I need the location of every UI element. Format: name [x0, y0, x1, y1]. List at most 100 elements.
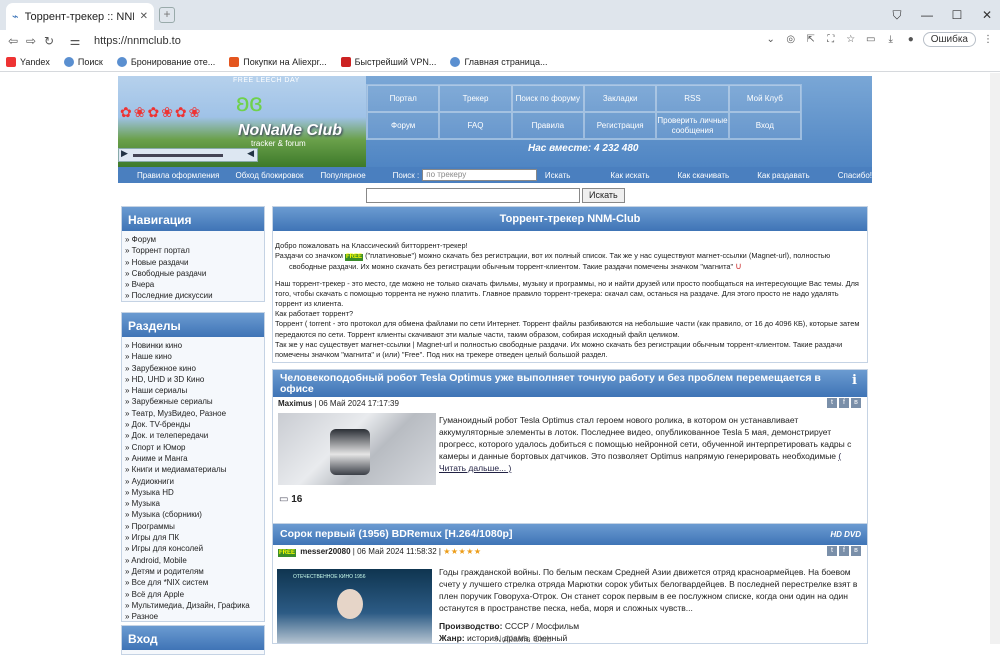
- menu-faq[interactable]: FAQ: [439, 112, 512, 139]
- new-tab-button[interactable]: +: [159, 7, 175, 23]
- main-search-input[interactable]: [366, 188, 580, 203]
- section-item[interactable]: » Все для *NIX систем: [125, 577, 264, 588]
- sidebar-icon[interactable]: ▭: [863, 31, 879, 47]
- news-author[interactable]: Maximus: [278, 399, 312, 408]
- site-info-icon[interactable]: ⚌: [66, 34, 84, 48]
- menu-login[interactable]: Вход: [728, 112, 801, 139]
- twitter-icon[interactable]: t: [827, 546, 837, 556]
- section-item[interactable]: » Театр, МузВидео, Разное: [125, 408, 264, 419]
- bookmark-home[interactable]: Главная страница...: [450, 56, 548, 67]
- tracker-search-button[interactable]: Искать: [545, 171, 571, 180]
- maximize-icon[interactable]: ☐: [944, 0, 970, 30]
- dropdown-icon[interactable]: ⌄: [763, 31, 779, 47]
- torrent-title[interactable]: Сорок первый (1956) BDRemux [H.264/1080p…: [273, 524, 867, 545]
- nav-item[interactable]: » Вчера: [125, 279, 264, 290]
- nav-item[interactable]: » Последние дискуссии: [125, 290, 264, 301]
- section-item[interactable]: » Аудиокниги: [125, 476, 264, 487]
- menu-my-club[interactable]: Мой Клуб: [728, 85, 801, 112]
- menu-messages[interactable]: Проверить личные сообщения: [656, 112, 729, 139]
- browser-tab[interactable]: ⌁ Торрент-трекер :: NNM-Club ✕: [6, 3, 154, 30]
- section-item[interactable]: » Игры для ПК: [125, 532, 264, 543]
- info-icon[interactable]: i: [852, 374, 861, 391]
- link-popular[interactable]: Популярное: [321, 171, 366, 180]
- section-item[interactable]: » Всё для Apple: [125, 589, 264, 600]
- forward-icon[interactable]: ⇨: [22, 34, 40, 48]
- profile-icon[interactable]: ●: [903, 31, 919, 47]
- section-item[interactable]: » Спорт и Юмор: [125, 442, 264, 453]
- section-item[interactable]: » Аниме и Манга: [125, 453, 264, 464]
- main-search-button[interactable]: Искать: [582, 188, 625, 203]
- menu-tracker[interactable]: Трекер: [439, 85, 512, 112]
- section-item[interactable]: » Мультимедиа, Дизайн, Графика: [125, 600, 264, 611]
- news-title[interactable]: Человекоподобный робот Tesla Optimus уже…: [273, 370, 867, 397]
- section-item[interactable]: » HD, UHD и 3D Кино: [125, 374, 264, 385]
- link-how-download[interactable]: Как скачивать: [678, 171, 730, 180]
- nav-item[interactable]: » Новые раздачи: [125, 257, 264, 268]
- section-item[interactable]: » Наше кино: [125, 351, 264, 362]
- menu-rss[interactable]: RSS: [656, 85, 729, 112]
- nav-item[interactable]: » Торрент портал: [125, 245, 264, 256]
- link-thanks[interactable]: Спасибо!: [838, 171, 872, 180]
- menu-icon[interactable]: ⋮: [980, 31, 996, 47]
- tracker-search-input[interactable]: по трекеру: [422, 169, 537, 181]
- menu-forum-search[interactable]: Поиск по форуму: [511, 85, 584, 112]
- error-button[interactable]: Ошибка: [922, 31, 976, 47]
- vk-icon[interactable]: в: [851, 398, 861, 408]
- site-logo[interactable]: ✿❀✿❀✿❀ ʚɞ FREE LEECH DAY NoNaMe Club tra…: [118, 76, 366, 167]
- section-item[interactable]: » Зарубежное кино: [125, 363, 264, 374]
- bookmark-booking[interactable]: Бронирование оте...: [116, 56, 215, 67]
- section-item[interactable]: » Программы: [125, 521, 264, 532]
- bookmark-aliexpress[interactable]: Покупки на Aliexpr...: [229, 56, 327, 67]
- tab-close-icon[interactable]: ✕: [140, 11, 148, 22]
- section-item[interactable]: » Android, Mobile: [125, 555, 264, 566]
- close-window-icon[interactable]: ✕: [974, 0, 1000, 30]
- link-rules[interactable]: Правила оформления: [137, 171, 219, 180]
- back-icon[interactable]: ⇦: [4, 34, 22, 48]
- translate-icon[interactable]: ⛶: [823, 31, 839, 47]
- bookmark-vpn[interactable]: Быстрейший VPN...: [340, 56, 436, 67]
- section-item[interactable]: » Книги и медиаматериалы: [125, 464, 264, 475]
- section-item[interactable]: » Наши сериалы: [125, 385, 264, 396]
- volume-icon[interactable]: ◀: [247, 148, 254, 159]
- play-icon[interactable]: ▶: [121, 148, 128, 159]
- section-item[interactable]: » Зарубежные сериалы: [125, 396, 264, 407]
- shirt-icon[interactable]: ⛉: [884, 0, 910, 30]
- star-icon[interactable]: ☆: [843, 31, 859, 47]
- menu-register[interactable]: Регистрация: [584, 112, 657, 139]
- producer-label: Производство:: [439, 621, 503, 631]
- menu-rules[interactable]: Правила: [511, 112, 584, 139]
- eye-off-icon[interactable]: ◎: [783, 31, 799, 47]
- vk-icon[interactable]: в: [851, 546, 861, 556]
- section-item[interactable]: » Детям и родителям: [125, 566, 264, 577]
- section-item[interactable]: » Музыка HD: [125, 487, 264, 498]
- section-item[interactable]: » Новинки кино: [125, 340, 264, 351]
- menu-portal[interactable]: Портал: [367, 85, 440, 112]
- section-item[interactable]: » Разное: [125, 611, 264, 622]
- link-how-seed[interactable]: Как раздавать: [757, 171, 810, 180]
- section-item[interactable]: » Док. и телепередачи: [125, 430, 264, 441]
- link-bypass[interactable]: Обход блокировок: [235, 171, 303, 180]
- menu-bookmarks[interactable]: Закладки: [584, 85, 657, 112]
- torrent-author[interactable]: messer20080: [300, 547, 350, 556]
- minimize-icon[interactable]: —: [914, 0, 940, 30]
- url-field[interactable]: https://nnmclub.to: [94, 35, 181, 47]
- player-progress[interactable]: [133, 154, 223, 157]
- section-item[interactable]: » Док. TV-бренды: [125, 419, 264, 430]
- reload-icon[interactable]: ↻: [40, 34, 58, 48]
- nav-item[interactable]: » Свободные раздачи: [125, 268, 264, 279]
- download-icon[interactable]: ⤓: [883, 31, 899, 47]
- section-item[interactable]: » Музыка (сборники): [125, 509, 264, 520]
- bookmark-yandex[interactable]: Yandex: [6, 56, 50, 67]
- share-icon[interactable]: ⇱: [803, 31, 819, 47]
- link-how-search[interactable]: Как искать: [610, 171, 649, 180]
- facebook-icon[interactable]: f: [839, 398, 849, 408]
- bookmark-search[interactable]: Поиск: [63, 56, 103, 67]
- section-item[interactable]: » Игры для консолей: [125, 543, 264, 554]
- facebook-icon[interactable]: f: [839, 546, 849, 556]
- twitter-icon[interactable]: t: [827, 398, 837, 408]
- menu-forum[interactable]: Форум: [367, 112, 440, 139]
- page-scrollbar[interactable]: [990, 73, 1000, 644]
- comments-count[interactable]: ▭ 16: [279, 494, 302, 505]
- nav-item[interactable]: » Форум: [125, 234, 264, 245]
- section-item[interactable]: » Музыка: [125, 498, 264, 509]
